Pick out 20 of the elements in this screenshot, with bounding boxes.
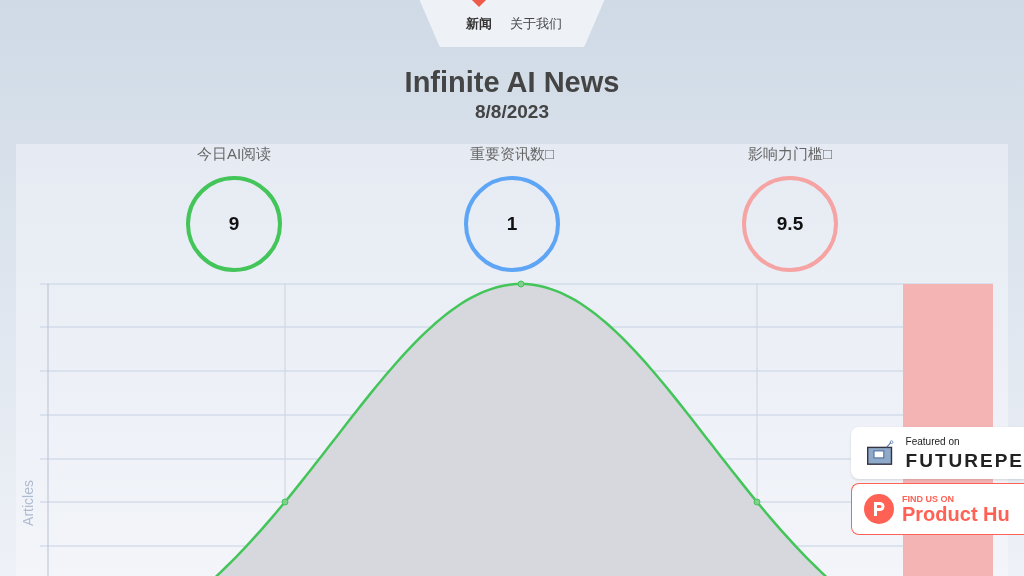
stat-label: 重要资讯数□ [469,144,555,164]
badge-brand: FUTUREPE [905,450,1024,470]
featured-badge[interactable]: Featured on FUTUREPE [851,427,1024,479]
badge-brand: Product Hu [902,503,1010,524]
data-point [281,498,289,506]
badge-caption: FIND US ON [902,494,955,504]
data-point [517,280,525,288]
page-title: Infinite AI News [404,65,620,100]
stat-label: 影响力门槛□ [747,144,833,164]
nav-link[interactable]: 关于我们 [510,14,562,34]
p-icon [864,494,894,524]
axis-label: Articles [20,480,36,526]
date-text: 8/8/2023 [475,100,549,124]
stat-value: 1 [506,211,518,236]
stat-label: 今日AI阅读 [196,144,272,164]
stat-value: 9.5 [776,211,804,236]
badge-caption: Featured on [905,436,961,447]
stat-value: 9 [228,211,240,236]
data-point [753,498,761,506]
nav-link[interactable]: 新闻 [466,14,492,34]
